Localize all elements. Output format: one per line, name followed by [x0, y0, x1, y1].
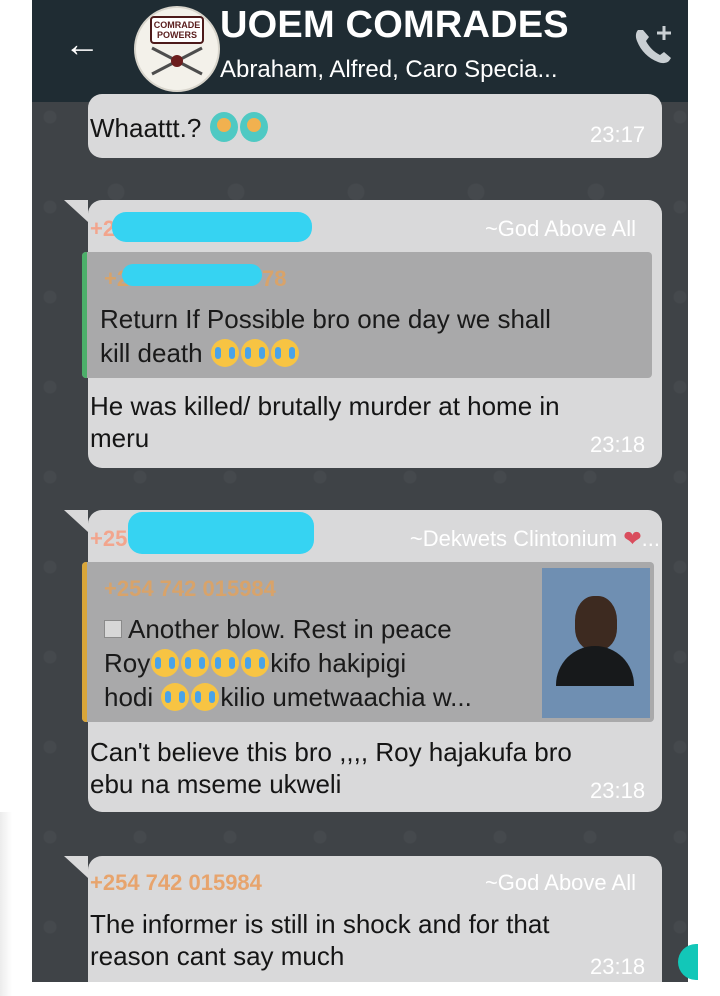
crying-emoji-icon	[210, 339, 239, 367]
sender-number: +254 742 015984	[90, 870, 262, 895]
page-shadow	[0, 812, 12, 996]
crying-emoji-icon	[161, 683, 190, 711]
quoted-message[interactable]: +254 742 015984 Another blow. Rest in pe…	[82, 562, 654, 722]
message-text: The informer is still in shock and for t…	[90, 909, 550, 971]
crying-emoji-icon	[240, 339, 269, 367]
facepalm-emoji-icon	[239, 112, 268, 142]
heart-emoji-icon: ❤	[623, 526, 642, 551]
message-bubble[interactable]: +254 742 015984 ~God Above All The infor…	[64, 856, 662, 982]
group-title[interactable]: UOEM COMRADES	[220, 4, 569, 47]
person-shirt	[556, 646, 634, 686]
quote-text: Return If Possible bro one day we shall …	[100, 304, 551, 368]
chat-header: ← COMRADE POWERS UOEM COMRADES Abraham, …	[32, 0, 688, 102]
photo-icon	[104, 620, 122, 638]
crossed-swords-icon	[151, 46, 203, 76]
message-text: Whaattt.?	[90, 112, 269, 144]
message-text: He was killed/ brutally murder at home i…	[90, 391, 560, 453]
sender-number: +25	[90, 526, 128, 551]
quote-text: Another blow. Rest in peace Roy kifo haki…	[104, 614, 472, 712]
quote-number-suffix: 78	[262, 266, 287, 291]
message-bubble[interactable]: Whaattt.? 23:17	[88, 94, 662, 158]
person-face	[575, 596, 617, 650]
back-arrow-icon[interactable]: ←	[60, 22, 104, 66]
crying-emoji-icon	[241, 649, 270, 677]
crying-emoji-icon	[270, 339, 299, 367]
quoted-photo-thumbnail[interactable]	[542, 568, 650, 718]
redaction-mark	[128, 512, 314, 554]
crying-emoji-icon	[191, 683, 220, 711]
sender-name: ~Dekwets Clintonium ❤...	[409, 526, 660, 551]
message-time: 23:18	[590, 954, 646, 979]
quote-bar	[82, 252, 87, 378]
sender-name: ~God Above All	[484, 870, 636, 895]
message-time: 23:17	[590, 122, 646, 147]
chat-screen: ← COMRADE POWERS UOEM COMRADES Abraham, …	[32, 0, 688, 982]
add-call-icon[interactable]	[628, 22, 676, 70]
redaction-mark	[112, 212, 312, 242]
redaction-mark	[122, 264, 262, 286]
group-members[interactable]: Abraham, Alfred, Caro Specia...	[220, 56, 558, 84]
message-bubble[interactable]: +2 ~God Above All +2 78 Return If Possib…	[64, 200, 662, 468]
quote-bar	[82, 562, 87, 722]
crying-emoji-icon	[181, 649, 210, 677]
crying-emoji-icon	[151, 649, 180, 677]
message-time: 23:18	[590, 778, 646, 803]
message-bubble[interactable]: +25 ~Dekwets Clintonium ❤... +254 742 01…	[64, 510, 662, 812]
sender-name: ~God Above All	[484, 216, 636, 241]
message-text: Can't believe this bro ,,,, Roy hajakufa…	[90, 737, 572, 799]
avatar-badge-text: COMRADE POWERS	[150, 16, 204, 44]
group-avatar[interactable]: COMRADE POWERS	[134, 6, 220, 92]
crying-emoji-icon	[211, 649, 240, 677]
facepalm-emoji-icon	[209, 112, 238, 142]
quote-number: +254 742 015984	[104, 576, 276, 601]
message-time: 23:18	[590, 432, 646, 457]
quoted-message[interactable]: +2 78 Return If Possible bro one day we …	[82, 252, 652, 378]
